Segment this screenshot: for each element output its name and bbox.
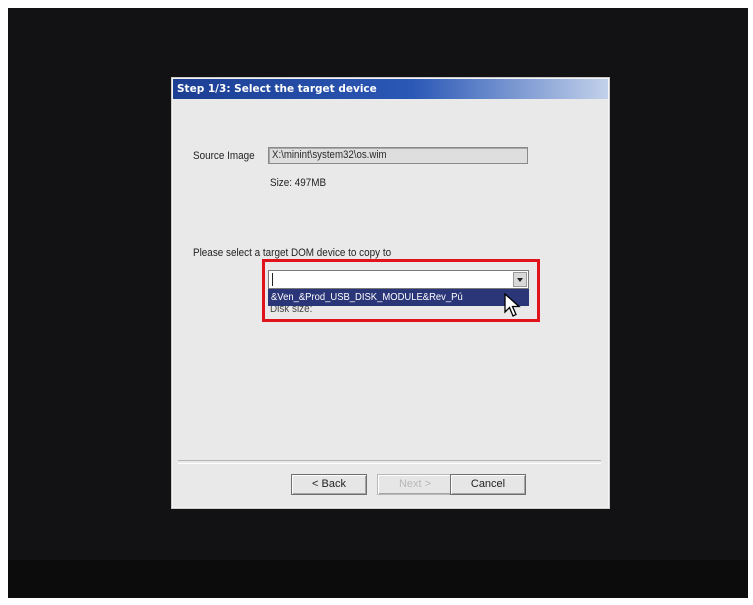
annotation-highlight-box xyxy=(262,259,540,322)
cancel-button[interactable]: Cancel xyxy=(450,474,526,495)
source-image-label: Source Image xyxy=(193,150,255,162)
image-size-label: Size: 497MB xyxy=(270,177,327,189)
select-device-prompt: Please select a target DOM device to cop… xyxy=(193,247,392,259)
back-button[interactable]: < Back xyxy=(291,474,367,495)
arrow-cursor-icon xyxy=(504,293,521,317)
monitor-bezel xyxy=(8,560,748,598)
dialog-title: Step 1/3: Select the target device xyxy=(173,79,608,99)
source-image-field: X:\minint\system32\os.wim xyxy=(268,147,528,164)
next-button[interactable]: Next > xyxy=(377,474,453,495)
button-separator xyxy=(178,460,601,464)
source-image-value: X:\minint\system32\os.wim xyxy=(272,149,387,161)
